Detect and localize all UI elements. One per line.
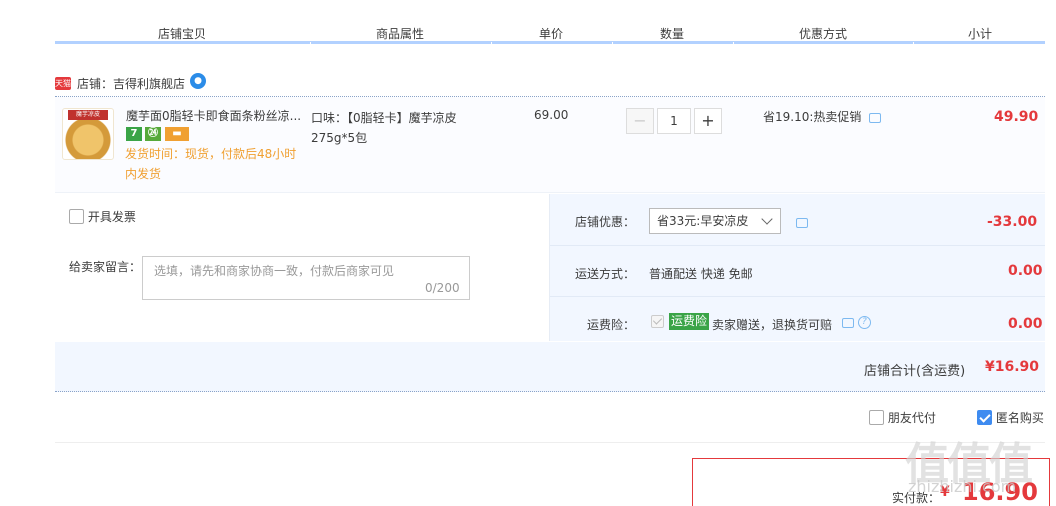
insurance-help: ? xyxy=(842,315,871,329)
tmall-badge: 天猫 xyxy=(55,77,71,90)
item-subtotal: 49.90 xyxy=(994,109,1039,125)
anonymous-label: 匿名购买 xyxy=(995,411,1044,425)
quantity-input[interactable]: 1 xyxy=(657,108,691,134)
col-attributes: 商品属性 xyxy=(376,27,425,41)
anonymous-option[interactable]: 匿名购买 xyxy=(977,409,1044,426)
quantity-stepper: − 1 + xyxy=(626,108,722,134)
insurance-text: 卖家赠送，退换货可赔 xyxy=(712,318,833,332)
shop-discount-value: -33.00 xyxy=(987,214,1038,230)
chat-bubble-icon[interactable]: ● xyxy=(190,73,206,89)
shipping-value: 0.00 xyxy=(1008,263,1043,279)
seven-day-return-icon[interactable]: 7 xyxy=(126,127,142,141)
invoice-checkbox[interactable] xyxy=(69,209,84,224)
message-label: 给卖家留言： xyxy=(69,260,142,274)
watermark-url: zhizhizhi.com xyxy=(908,477,1017,496)
guarantee-icon[interactable]: ㉔ xyxy=(145,127,161,141)
shipping-label: 运送方式： xyxy=(575,267,636,281)
help-icon[interactable]: ? xyxy=(857,316,871,329)
product-title-link[interactable]: 魔芋面0脂轻卡即食面条粉丝凉... xyxy=(126,107,306,124)
product-attribute: 口味：【0脂轻卡】魔芋凉皮275g*5包 xyxy=(311,111,457,145)
row-divider xyxy=(550,245,1045,246)
shipping-option: 普通配送 快递 免邮 xyxy=(649,267,753,281)
unit-price: 69.00 xyxy=(534,108,569,122)
comment-icon[interactable] xyxy=(796,217,808,228)
shop-discount-select[interactable]: 省33元:早安凉皮 xyxy=(649,208,781,234)
shop-total-value: ¥16.90 xyxy=(985,359,1040,375)
insurance-checkbox xyxy=(651,315,664,328)
message-char-count: 0/200 xyxy=(425,281,460,295)
insurance-value: 0.00 xyxy=(1008,316,1043,332)
col-quantity: 数量 xyxy=(660,27,685,41)
shop-total-label: 店铺合计(含运费) xyxy=(864,364,966,379)
col-subtotal: 小计 xyxy=(968,27,993,41)
shop-discount-label: 店铺优惠： xyxy=(575,215,636,229)
row-divider xyxy=(550,296,1045,297)
invoice-label: 开具发票 xyxy=(87,210,136,224)
shop-name-link[interactable]: 店铺：吉得利旗舰店 xyxy=(77,75,185,92)
anonymous-checkbox[interactable] xyxy=(977,410,992,425)
insurance-badge: 运费险 xyxy=(669,313,709,330)
col-shop-items: 店铺宝贝 xyxy=(158,27,207,41)
quantity-increase-button[interactable]: + xyxy=(694,108,722,134)
item-promotion-text: 省19.10:热卖促销 xyxy=(763,110,862,124)
product-thumbnail-tag: 魔芋凉皮 xyxy=(68,110,108,120)
item-promotion: 省19.10:热卖促销 xyxy=(763,108,882,125)
col-unit-price: 单价 xyxy=(539,27,564,41)
chevron-down-icon xyxy=(761,213,773,225)
friend-pay-option[interactable]: 朋友代付 xyxy=(869,409,936,426)
section-divider xyxy=(55,442,1045,443)
friend-pay-checkbox[interactable] xyxy=(869,410,884,425)
comment-icon[interactable] xyxy=(842,317,854,328)
invoice-option[interactable]: 开具发票 xyxy=(69,208,136,225)
quantity-decrease-button[interactable]: − xyxy=(626,108,654,134)
col-discount: 优惠方式 xyxy=(799,27,848,41)
comment-icon[interactable] xyxy=(869,112,882,123)
credit-card-icon[interactable]: ▬ xyxy=(165,127,189,141)
friend-pay-label: 朋友代付 xyxy=(887,411,936,425)
insurance-label: 运费险： xyxy=(587,318,636,332)
delivery-time: 发货时间：现货，付款后48小时内发货 xyxy=(125,147,297,181)
column-header: 店铺宝贝 商品属性 单价 数量 优惠方式 小计 xyxy=(55,22,1045,45)
seller-message-placeholder: 选填，请先和商家协商一致，付款后商家可见 xyxy=(154,264,395,278)
shop-discount-selected: 省33元:早安凉皮 xyxy=(657,214,749,228)
